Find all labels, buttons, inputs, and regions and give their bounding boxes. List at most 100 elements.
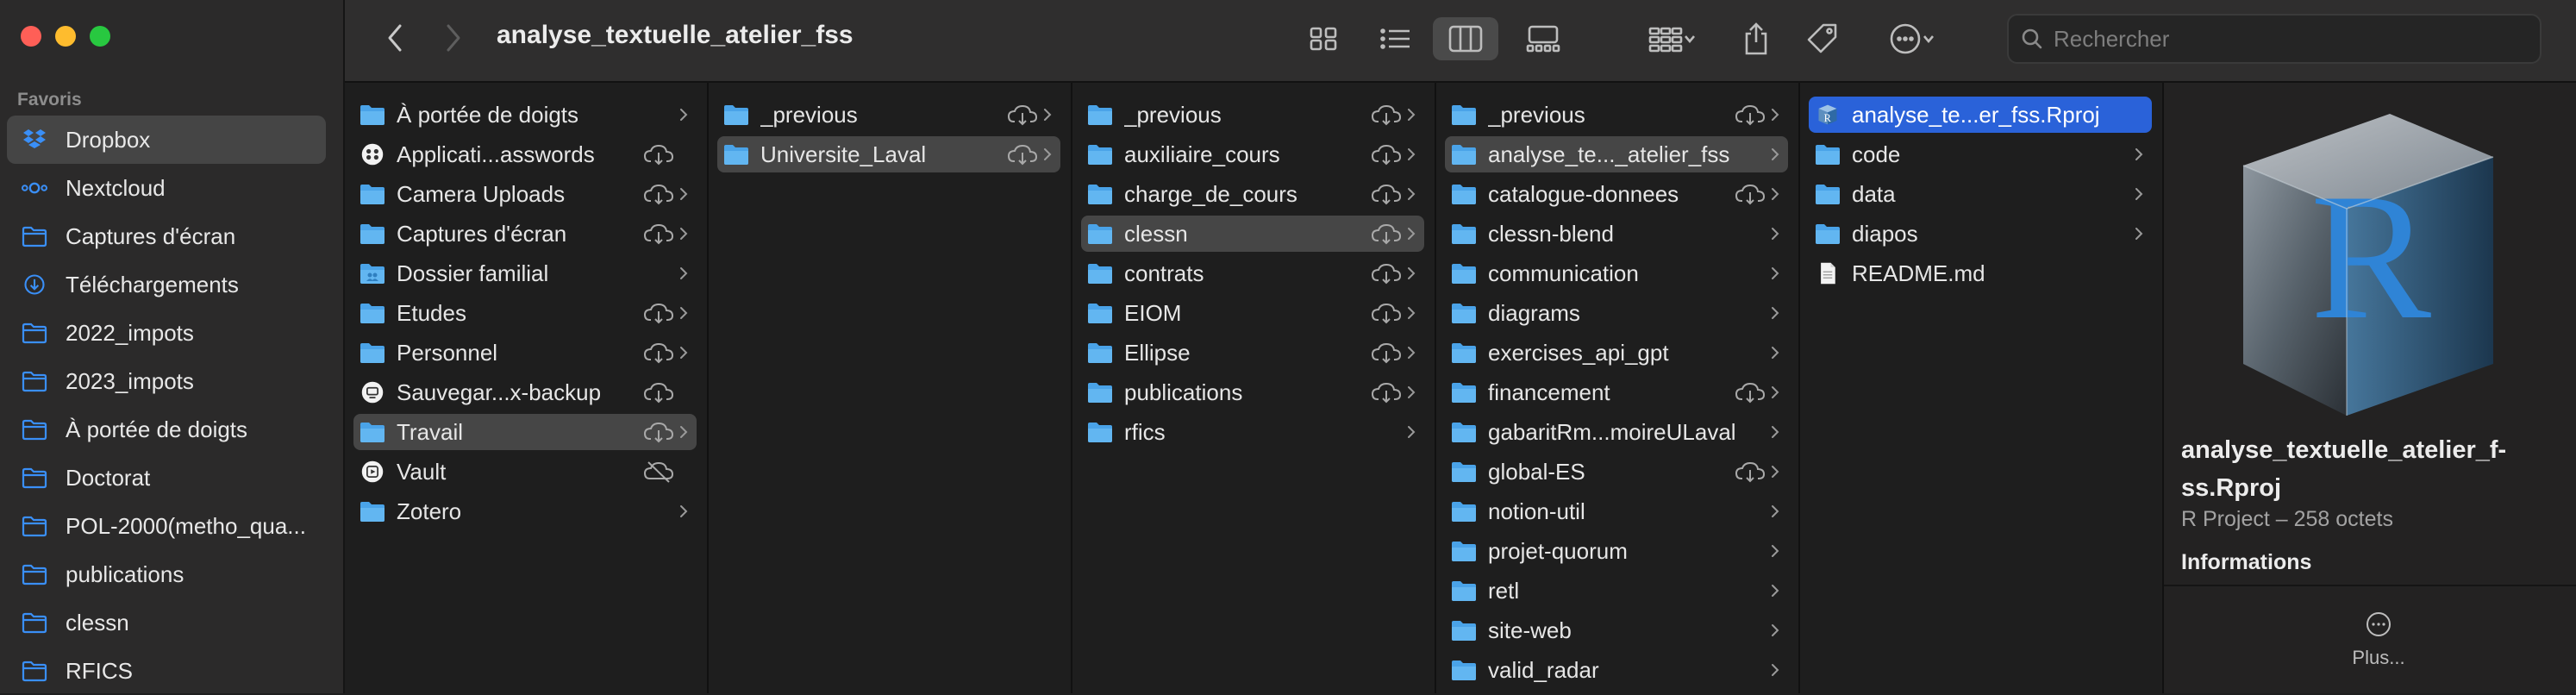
cloud-offline-icon bbox=[643, 461, 674, 483]
chevron-right-icon bbox=[1772, 585, 1779, 597]
sidebar-item-clessn[interactable]: clessn bbox=[7, 598, 326, 647]
file-row-previous[interactable]: _previous bbox=[1081, 97, 1424, 133]
folder-icon bbox=[22, 226, 47, 247]
sidebar-item-telechargements[interactable]: Téléchargements bbox=[7, 260, 326, 309]
chevron-right-icon bbox=[2135, 148, 2143, 160]
column-view-button[interactable] bbox=[1433, 17, 1498, 60]
file-row-exercises-api-gpt[interactable]: exercises_api_gpt bbox=[1445, 335, 1788, 371]
folder-icon bbox=[1088, 145, 1112, 165]
file-row-projet-quorum[interactable]: projet-quorum bbox=[1445, 533, 1788, 569]
file-name: diapos bbox=[1852, 220, 1918, 247]
share-button[interactable] bbox=[1735, 17, 1778, 60]
tags-button[interactable] bbox=[1798, 17, 1847, 60]
search-field[interactable] bbox=[2007, 14, 2542, 64]
file-row-communication[interactable]: communication bbox=[1445, 255, 1788, 291]
icon-view-button[interactable] bbox=[1300, 17, 1347, 60]
sidebar-item-2022-impots[interactable]: 2022_impots bbox=[7, 309, 326, 357]
file-row-notion-util[interactable]: notion-util bbox=[1445, 493, 1788, 529]
cloud-download-icon bbox=[643, 303, 674, 324]
file-row-valid-radar[interactable]: valid_radar bbox=[1445, 652, 1788, 688]
file-name: Zotero bbox=[397, 498, 462, 524]
forward-button[interactable] bbox=[435, 19, 472, 57]
file-row-vault[interactable]: Vault bbox=[353, 454, 697, 490]
sidebar-item-doctorat[interactable]: Doctorat bbox=[7, 454, 326, 502]
back-button[interactable] bbox=[376, 19, 414, 57]
file-row-zotero[interactable]: Zotero bbox=[353, 493, 697, 529]
file-row-eiom[interactable]: EIOM bbox=[1081, 295, 1424, 331]
file-row-camera-uploads[interactable]: Camera Uploads bbox=[353, 176, 697, 212]
sidebar-item-label: Doctorat bbox=[66, 464, 151, 491]
file-row-a-portee-de-doigts[interactable]: À portée de doigts bbox=[353, 97, 697, 133]
sidebar-item-publications[interactable]: publications bbox=[7, 550, 326, 598]
folder-icon bbox=[724, 105, 748, 125]
sidebar-item-icon bbox=[17, 364, 52, 398]
file-row-ellipse[interactable]: Ellipse bbox=[1081, 335, 1424, 371]
file-row-contrats[interactable]: contrats bbox=[1081, 255, 1424, 291]
file-row-travail[interactable]: Travail bbox=[353, 414, 697, 450]
group-by-button[interactable] bbox=[1638, 17, 1707, 60]
file-row-diagrams[interactable]: diagrams bbox=[1445, 295, 1788, 331]
folder-icon bbox=[1088, 105, 1112, 125]
minimize-window-button[interactable] bbox=[55, 26, 76, 47]
file-row-personnel[interactable]: Personnel bbox=[353, 335, 697, 371]
file-row-publications[interactable]: publications bbox=[1081, 374, 1424, 410]
browser-column-travail[interactable]: _previous Universite_Laval bbox=[709, 83, 1072, 693]
file-row-code[interactable]: code bbox=[1809, 136, 2152, 172]
file-row-universite-laval[interactable]: Universite_Laval bbox=[717, 136, 1060, 172]
file-row-analyse-te-atelier-fss[interactable]: analyse_te..._atelier_fss bbox=[1445, 136, 1788, 172]
file-row-readme-md[interactable]: README.md bbox=[1809, 255, 2152, 291]
file-row-dossier-familial[interactable]: Dossier familial bbox=[353, 255, 697, 291]
chevron-right-icon bbox=[680, 505, 688, 517]
file-name: global-ES bbox=[1488, 458, 1585, 485]
file-row-previous[interactable]: _previous bbox=[717, 97, 1060, 133]
file-row-analyse-te-er-fss-rproj[interactable]: Ranalyse_te...er_fss.Rproj bbox=[1809, 97, 2152, 133]
sidebar-item-label: 2023_impots bbox=[66, 367, 194, 394]
file-row-rfics[interactable]: rfics bbox=[1081, 414, 1424, 450]
file-row-diapos[interactable]: diapos bbox=[1809, 216, 2152, 252]
chevron-left-icon bbox=[388, 24, 402, 52]
file-row-captures-d-ecran[interactable]: Captures d'écran bbox=[353, 216, 697, 252]
file-row-applicati-asswords[interactable]: Applicati...asswords bbox=[353, 136, 697, 172]
file-name: EIOM bbox=[1124, 299, 1182, 326]
more-button[interactable]: Plus... bbox=[2348, 610, 2409, 669]
browser-column-dropbox[interactable]: À portée de doigts Applicati...asswords Ca… bbox=[345, 83, 709, 693]
browser-column-project[interactable]: Ranalyse_te...er_fss.Rproj code data diapos… bbox=[1800, 83, 2164, 693]
file-row-data[interactable]: data bbox=[1809, 176, 2152, 212]
sidebar-item-a-portee-de-doigts[interactable]: À portée de doigts bbox=[7, 405, 326, 454]
gallery-view-button[interactable] bbox=[1517, 17, 1569, 60]
file-row-catalogue-donnees[interactable]: catalogue-donnees bbox=[1445, 176, 1788, 212]
file-row-auxiliaire-cours[interactable]: auxiliaire_cours bbox=[1081, 136, 1424, 172]
sidebar-item-icon bbox=[17, 460, 52, 495]
file-row-site-web[interactable]: site-web bbox=[1445, 612, 1788, 648]
sidebar-item-captures-d-ecran[interactable]: Captures d'écran bbox=[7, 212, 326, 260]
file-row-previous[interactable]: _previous bbox=[1445, 97, 1788, 133]
close-window-button[interactable] bbox=[21, 26, 41, 47]
file-row-clessn-blend[interactable]: clessn-blend bbox=[1445, 216, 1788, 252]
file-name: clessn-blend bbox=[1488, 220, 1614, 247]
search-input[interactable] bbox=[2052, 24, 2504, 53]
browser-column-clessn[interactable]: _previous analyse_te..._atelier_fsscatalo… bbox=[1436, 83, 1800, 693]
folder-icon bbox=[1452, 423, 1476, 442]
file-row-financement[interactable]: financement bbox=[1445, 374, 1788, 410]
cloud-download-icon bbox=[1371, 342, 1402, 364]
file-row-sauvegar-x-backup[interactable]: Sauvegar...x-backup bbox=[353, 374, 697, 410]
sidebar-item-nextcloud[interactable]: Nextcloud bbox=[7, 164, 326, 212]
file-row-etudes[interactable]: Etudes bbox=[353, 295, 697, 331]
folder-icon bbox=[360, 185, 385, 204]
sidebar-item-2023-impots[interactable]: 2023_impots bbox=[7, 357, 326, 405]
list-view-button[interactable] bbox=[1372, 17, 1419, 60]
file-row-global-es[interactable]: global-ES bbox=[1445, 454, 1788, 490]
sidebar-item-rfics[interactable]: RFICS bbox=[7, 647, 326, 695]
file-row-clessn[interactable]: clessn bbox=[1081, 216, 1424, 252]
action-menu-button[interactable] bbox=[1878, 17, 1947, 60]
folder-icon bbox=[1452, 542, 1476, 561]
sidebar-item-pol-2000-metho-qua[interactable]: POL-2000(metho_qua... bbox=[7, 502, 326, 550]
file-row-charge-de-cours[interactable]: charge_de_cours bbox=[1081, 176, 1424, 212]
file-name: Vault bbox=[397, 458, 447, 485]
file-row-retl[interactable]: retl bbox=[1445, 573, 1788, 609]
sidebar-item-dropbox[interactable]: Dropbox bbox=[7, 116, 326, 164]
group-icon bbox=[1648, 27, 1683, 53]
browser-column-universite-laval[interactable]: _previous auxiliaire_cours charge_de_cours… bbox=[1072, 83, 1436, 693]
file-row-gabaritrm-moireulaval[interactable]: gabaritRm...moireULaval bbox=[1445, 414, 1788, 450]
zoom-window-button[interactable] bbox=[90, 26, 110, 47]
